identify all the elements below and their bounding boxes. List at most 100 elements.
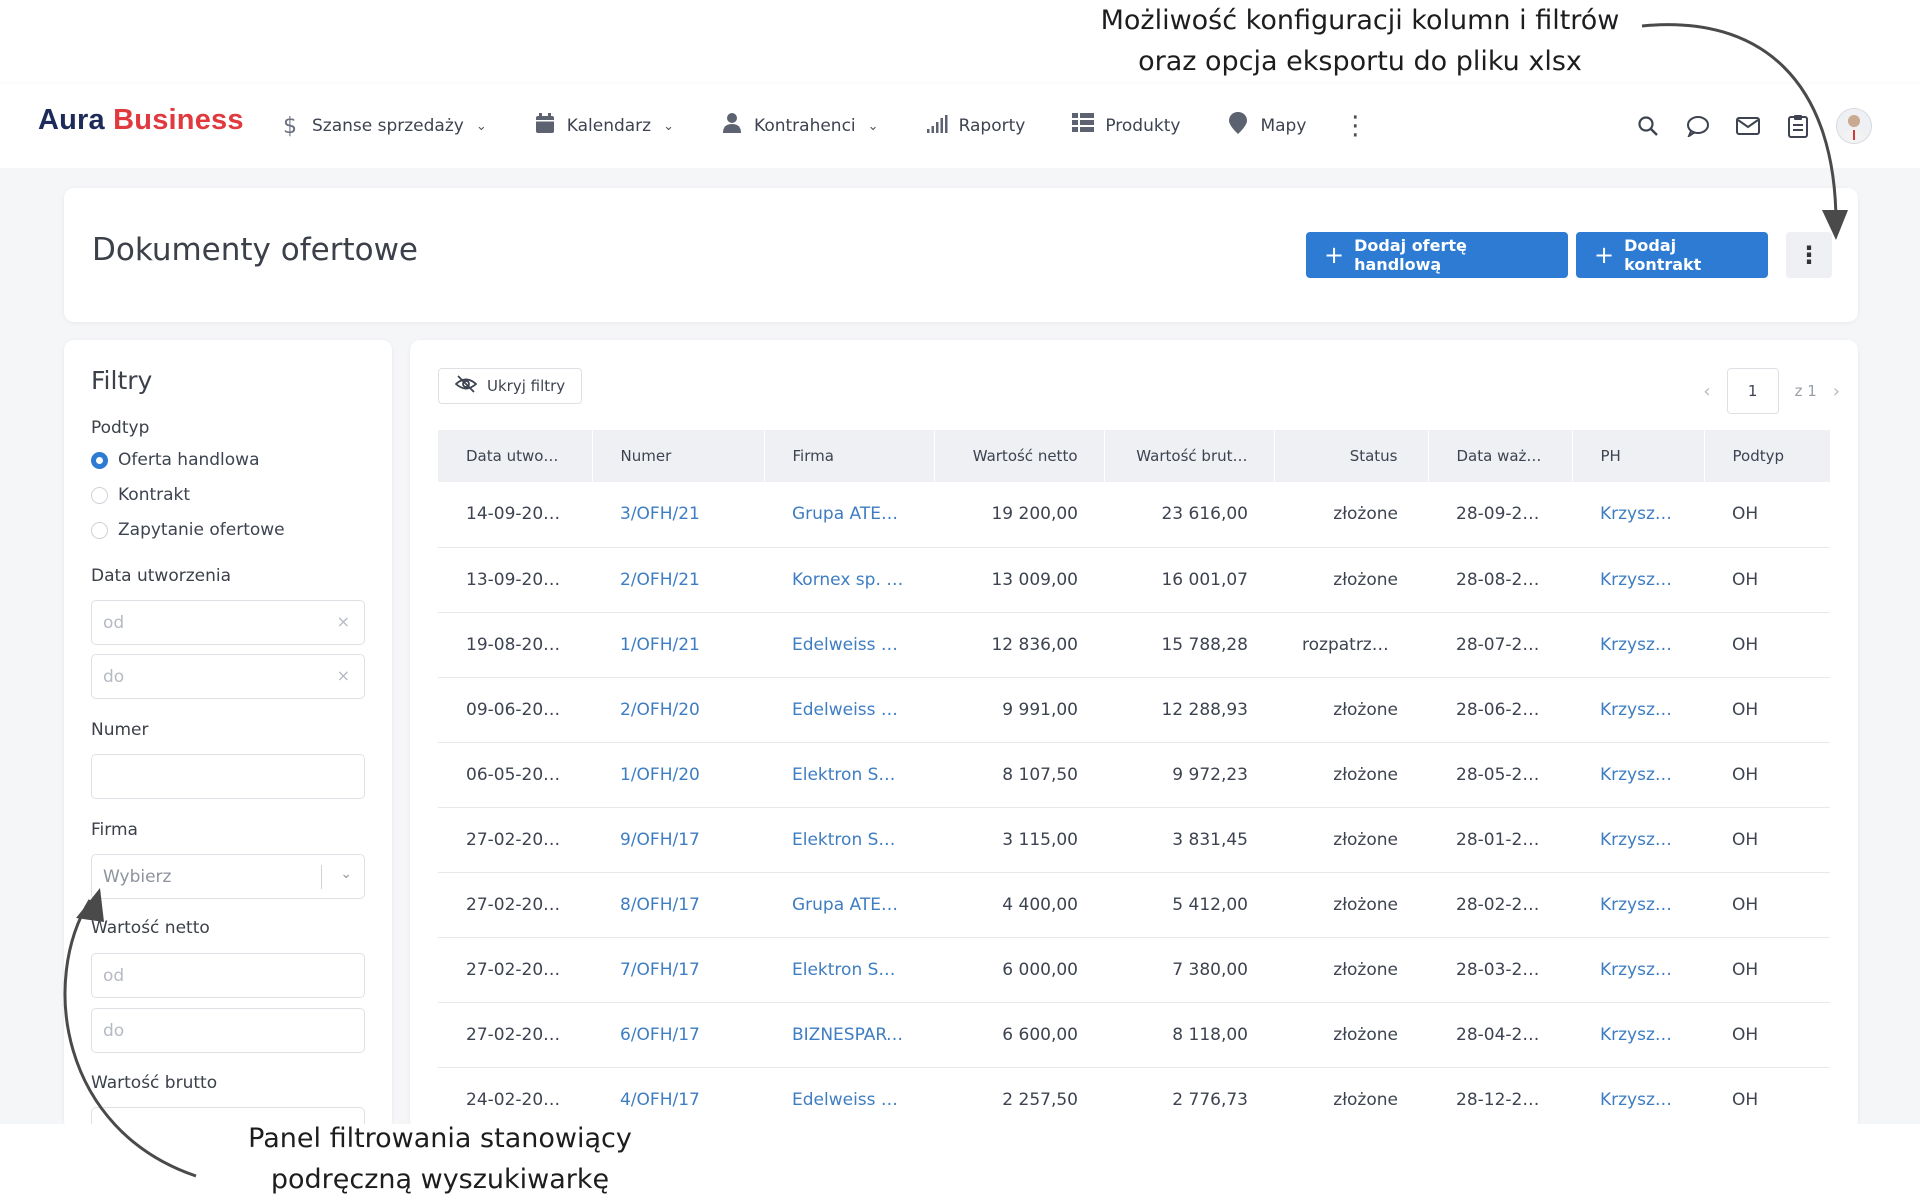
table-row[interactable]: 27-02-20… 6/OFH/17 BIZNESPART… 6 600,00 8 11… <box>438 1002 1830 1068</box>
clipboard-icon[interactable] <box>1786 114 1810 138</box>
cell-ph[interactable]: Krzyszt… <box>1572 872 1704 938</box>
cell-brutto: 12 288,93 <box>1104 677 1274 743</box>
cell-ph[interactable]: Krzyszt… <box>1572 677 1704 743</box>
chat-bubble-icon[interactable] <box>1686 114 1710 138</box>
add-contract-button[interactable]: + Dodaj kontrakt <box>1576 232 1768 278</box>
nav-item-label: Kontrahenci <box>754 116 856 136</box>
cell-brutto: 16 001,07 <box>1104 547 1274 613</box>
cell-firma[interactable]: Edelweiss S… <box>764 1067 934 1130</box>
table-row[interactable]: 19-08-20… 1/OFH/21 Edelweiss S… 12 836,00 15… <box>438 612 1830 678</box>
chevron-left-icon[interactable]: ‹ <box>1703 381 1710 402</box>
table-row[interactable]: 09-06-20… 2/OFH/20 Edelweiss S… 9 991,00 12 … <box>438 677 1830 743</box>
clear-icon[interactable]: × <box>337 666 350 685</box>
cell-numer[interactable]: 1/OFH/20 <box>592 742 764 808</box>
table-row[interactable]: 06-05-20… 1/OFH/20 Elektron Sp… 8 107,50 9 9… <box>438 742 1830 808</box>
cell-numer[interactable]: 3/OFH/21 <box>592 482 764 548</box>
cell-firma[interactable]: Edelweiss S… <box>764 612 934 678</box>
filters-panel: Filtry Podtyp Oferta handlowa Kontrakt Z… <box>64 340 392 1130</box>
netto-to-field[interactable]: do <box>91 1008 365 1053</box>
firma-select[interactable]: Wybierz ⌄ <box>91 854 365 899</box>
cell-firma[interactable]: Elektron Sp… <box>764 807 934 873</box>
cell-firma[interactable]: Elektron Sp… <box>764 742 934 808</box>
nav-item-label: Kalendarz <box>566 116 652 136</box>
cell-status: złożone <box>1274 1002 1428 1068</box>
netto-from-placeholder: od <box>103 965 125 986</box>
cell-numer[interactable]: 2/OFH/20 <box>592 677 764 743</box>
radio-oferta-handlowa[interactable]: Oferta handlowa <box>91 450 260 470</box>
cell-firma[interactable]: Elektron Sp… <box>764 937 934 1003</box>
column-header-brutto[interactable]: Wartość brut… <box>1104 430 1275 482</box>
clear-icon[interactable]: × <box>337 612 350 631</box>
cell-brutto: 3 831,45 <box>1104 807 1274 873</box>
cell-numer[interactable]: 9/OFH/17 <box>592 807 764 873</box>
nav-item-produkty[interactable]: Produkty <box>1071 113 1180 139</box>
table-row[interactable]: 27-02-20… 8/OFH/17 Grupa ATE… 4 400,00 5 412… <box>438 872 1830 938</box>
cell-numer[interactable]: 8/OFH/17 <box>592 872 764 938</box>
cell-firma[interactable]: Grupa ATE… <box>764 872 934 938</box>
cell-numer[interactable]: 1/OFH/21 <box>592 612 764 678</box>
nav-item-kontrahenci[interactable]: Kontrahenci ⌄ <box>720 112 879 140</box>
cell-status: złożone <box>1274 547 1428 613</box>
cell-ph[interactable]: Krzyszt… <box>1572 807 1704 873</box>
cell-data: 14-09-20… <box>438 482 592 548</box>
cell-ph[interactable]: Krzyszt… <box>1572 1002 1704 1068</box>
radio-zapytanie-ofertowe[interactable]: Zapytanie ofertowe <box>91 520 285 540</box>
cell-brutto: 9 972,23 <box>1104 742 1274 808</box>
firma-label: Firma <box>91 820 138 840</box>
cell-podtyp: OH <box>1704 1002 1830 1068</box>
column-header-ph[interactable]: PH <box>1572 430 1705 482</box>
column-header-firma[interactable]: Firma <box>764 430 935 482</box>
brand-logo[interactable]: Aura Business <box>38 104 244 137</box>
cell-ph[interactable]: Krzyszt… <box>1572 1067 1704 1130</box>
table-header-row: Data utwor… Numer Firma Wartość netto Wa… <box>438 430 1831 482</box>
cell-firma[interactable]: BIZNESPART… <box>764 1002 934 1068</box>
page-title: Dokumenty ofertowe <box>92 232 418 268</box>
cell-numer[interactable]: 2/OFH/21 <box>592 547 764 613</box>
numer-field[interactable] <box>91 754 365 799</box>
date-to-placeholder: do <box>103 666 125 687</box>
nav-item-mapy[interactable]: Mapy <box>1226 112 1306 140</box>
brand-name-part2: Business <box>113 104 244 136</box>
cell-status: złożone <box>1274 1067 1428 1130</box>
cell-numer[interactable]: 7/OFH/17 <box>592 937 764 1003</box>
column-header-numer[interactable]: Numer <box>592 430 765 482</box>
page-number-field[interactable]: 1 <box>1726 368 1779 414</box>
search-icon[interactable] <box>1636 114 1660 138</box>
cell-numer[interactable]: 6/OFH/17 <box>592 1002 764 1068</box>
table-row[interactable]: 27-02-20… 9/OFH/17 Elektron Sp… 3 115,00 3 8… <box>438 807 1830 873</box>
chevron-right-icon[interactable]: › <box>1833 381 1840 402</box>
column-header-data-waznosci[interactable]: Data waż… <box>1428 430 1573 482</box>
annotation-bottom-line2: podręczną wyszukiwarkę <box>270 1164 610 1195</box>
hide-filters-button[interactable]: Ukryj filtry <box>438 368 583 404</box>
cell-firma[interactable]: Edelweiss S… <box>764 677 934 743</box>
chevron-down-icon: ⌄ <box>867 118 879 134</box>
table-row[interactable]: 27-02-20… 7/OFH/17 Elektron Sp… 6 000,00 7 3… <box>438 937 1830 1003</box>
mail-icon[interactable] <box>1736 114 1760 138</box>
nav-more-kebab-icon[interactable]: ⋮ <box>1342 111 1368 141</box>
netto-from-field[interactable]: od <box>91 953 365 998</box>
column-header-netto[interactable]: Wartość netto <box>934 430 1105 482</box>
radio-kontrakt[interactable]: Kontrakt <box>91 485 190 505</box>
cell-firma[interactable]: Grupa ATE… <box>764 482 934 548</box>
page-header-card: Dokumenty ofertowe + Dodaj ofertę handlo… <box>64 188 1858 322</box>
table-row[interactable]: 14-09-20… 3/OFH/21 Grupa ATE… 19 200,00 23 6… <box>438 482 1830 548</box>
user-avatar[interactable] <box>1836 108 1872 144</box>
cell-ph[interactable]: Krzyszt… <box>1572 742 1704 808</box>
table-row[interactable]: 13-09-20… 2/OFH/21 Kornex sp. … 13 009,00 16… <box>438 547 1830 613</box>
column-header-data[interactable]: Data utwor… <box>438 430 593 482</box>
nav-item-szanse[interactable]: $ Szanse sprzedaży ⌄ <box>278 114 487 139</box>
options-kebab-icon[interactable]: ⋮ <box>1786 232 1832 278</box>
nav-item-kalendarz[interactable]: Kalendarz ⌄ <box>533 112 674 140</box>
date-to-field[interactable]: do × <box>91 654 365 699</box>
date-from-field[interactable]: od × <box>91 600 365 645</box>
add-offer-button[interactable]: + Dodaj ofertę handlową <box>1306 232 1568 278</box>
annotation-bottom-line1: Panel filtrowania stanowiący <box>248 1123 632 1154</box>
cell-ph[interactable]: Krzyszt… <box>1572 482 1704 548</box>
column-header-podtyp[interactable]: Podtyp <box>1704 430 1831 482</box>
cell-ph[interactable]: Krzyszt… <box>1572 937 1704 1003</box>
cell-ph[interactable]: Krzyszt… <box>1572 547 1704 613</box>
nav-item-raporty[interactable]: Raporty <box>925 114 1025 139</box>
column-header-status[interactable]: Status <box>1274 430 1429 482</box>
cell-firma[interactable]: Kornex sp. … <box>764 547 934 613</box>
cell-ph[interactable]: Krzyszt… <box>1572 612 1704 678</box>
